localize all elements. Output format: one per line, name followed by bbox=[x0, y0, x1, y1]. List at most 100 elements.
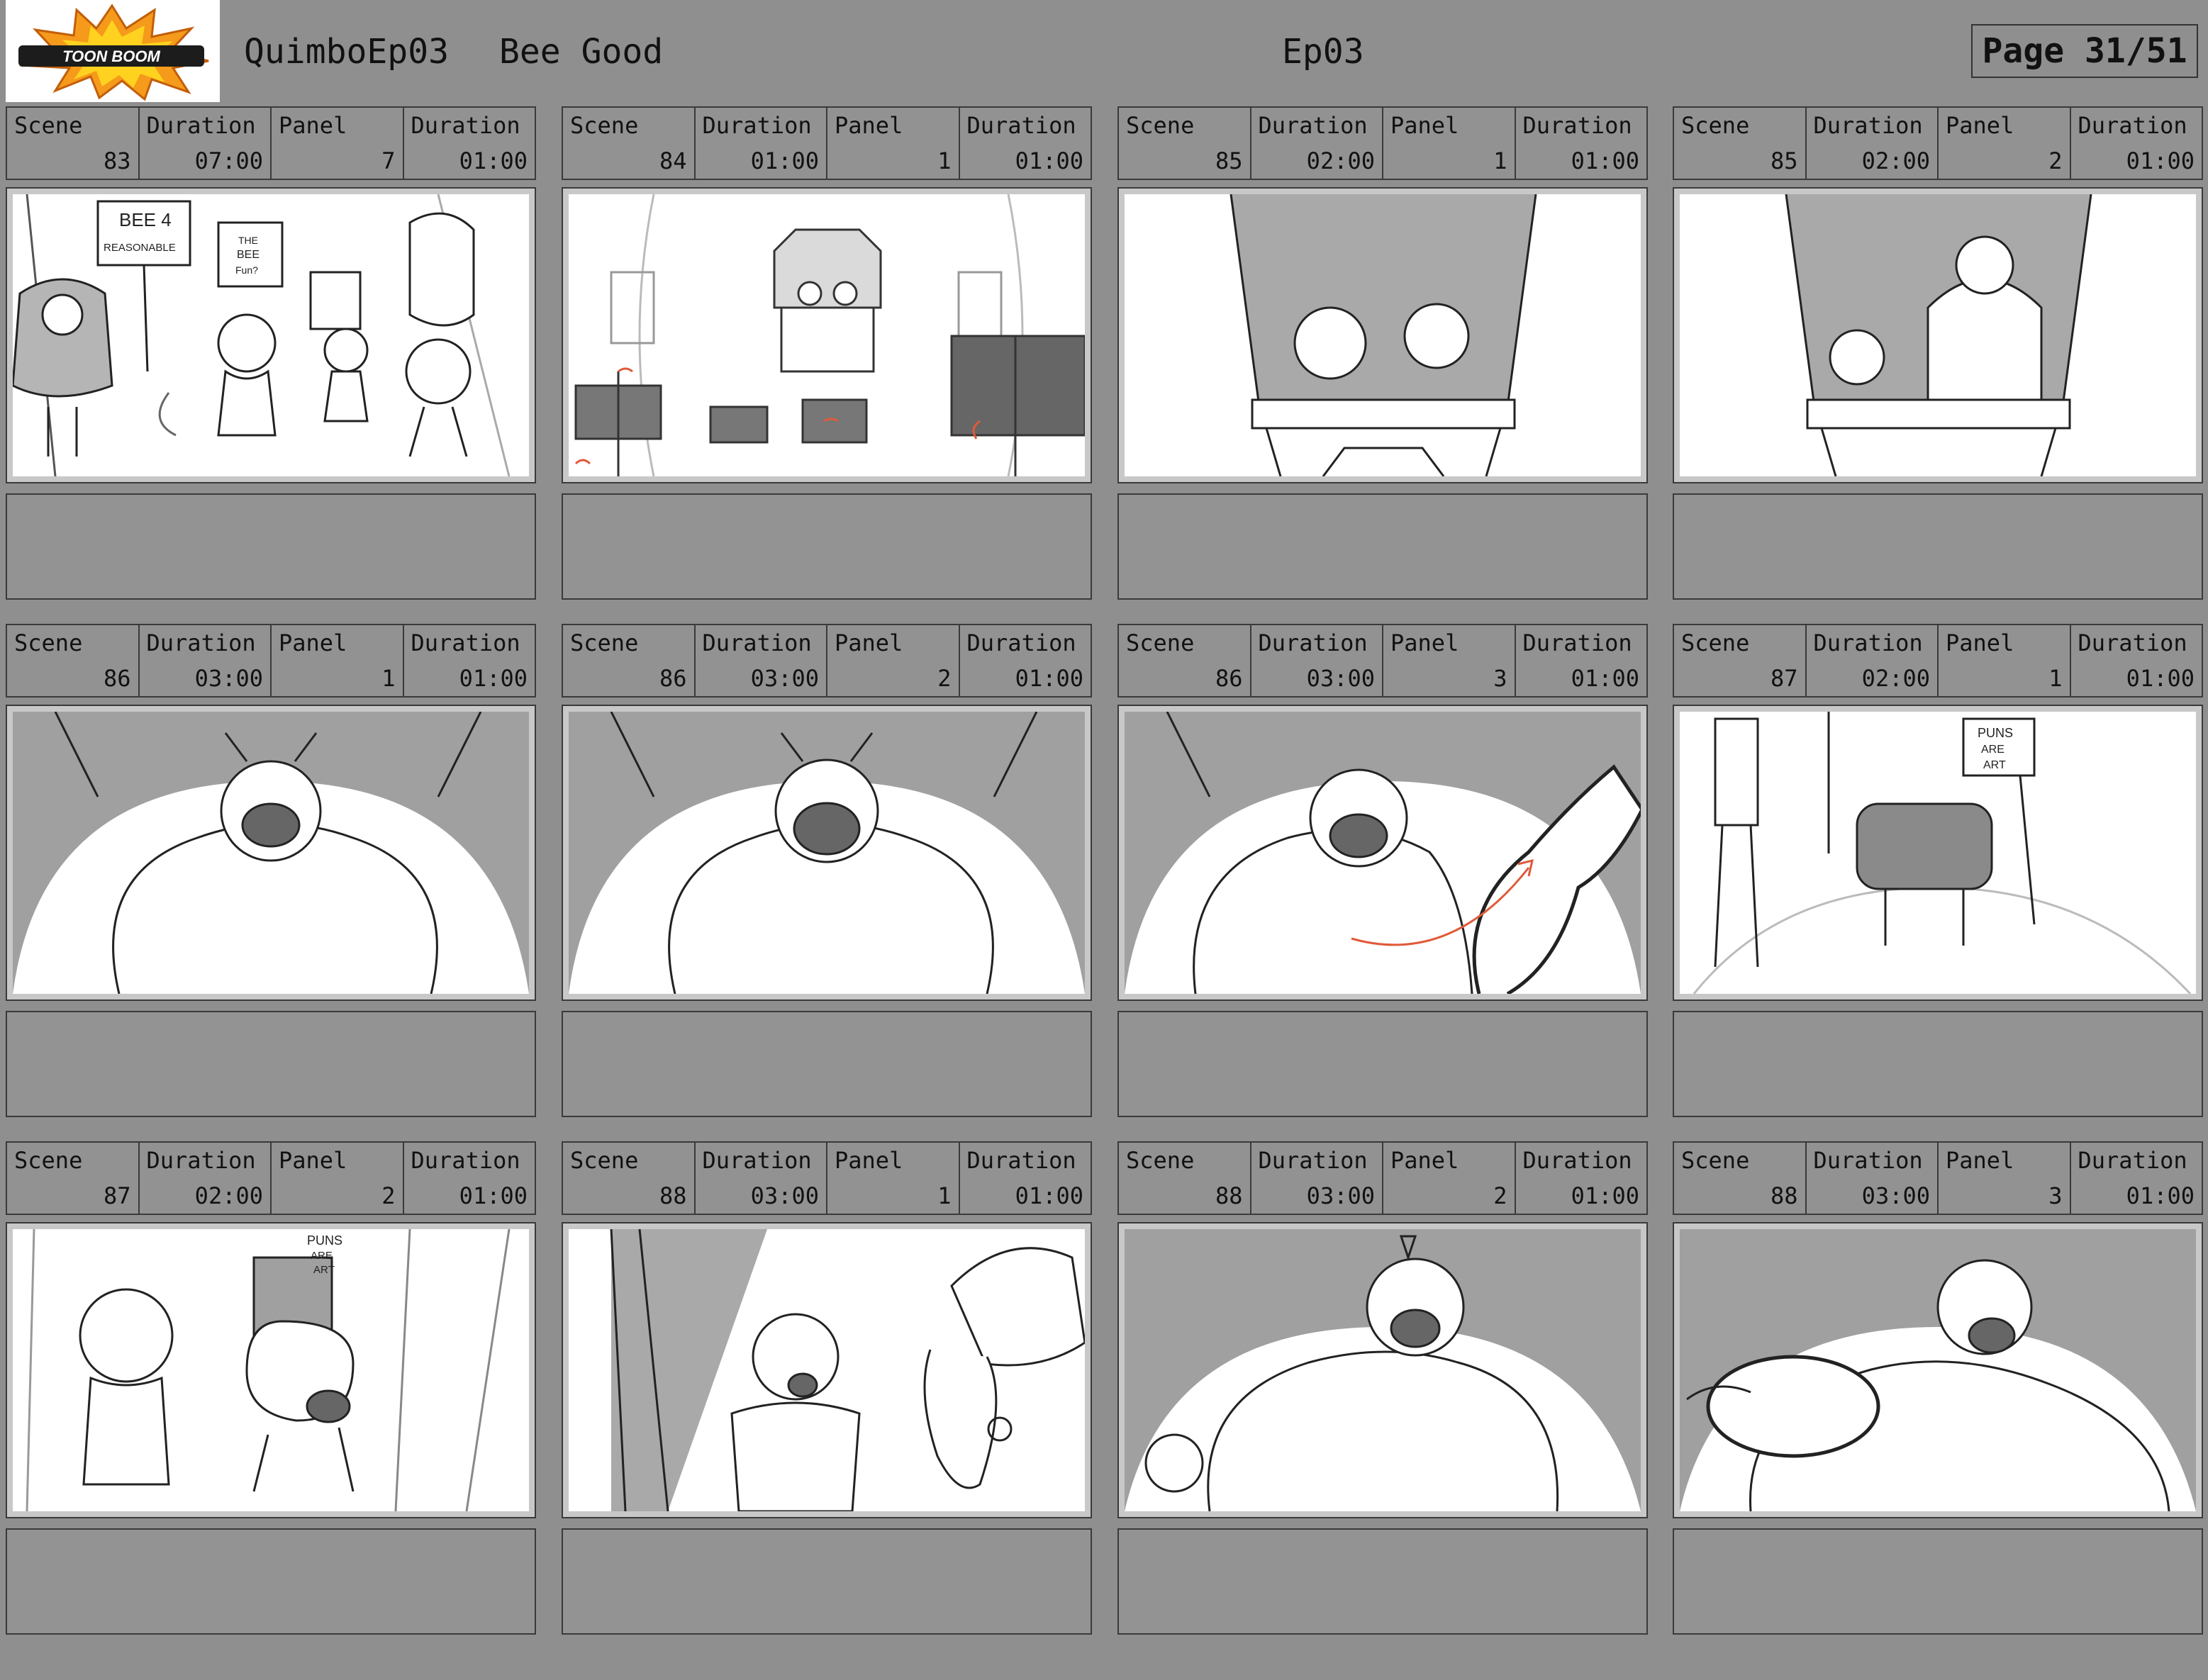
sketch-protest-crowd: BEE 4 REASONABLE THE BEE Fun? bbox=[13, 194, 529, 476]
panel-duration-cell: Duration 01:00 bbox=[2071, 1143, 2202, 1214]
panel-label: Panel bbox=[1946, 112, 2014, 139]
panel-number: 2 bbox=[1493, 1182, 1507, 1209]
panel-duration-cell: Duration 01:00 bbox=[960, 625, 1091, 696]
panel-info-bar: Scene 88 Duration 03:00 Panel 1 Duration 01:… bbox=[562, 1141, 1092, 1215]
scene-cell: Scene 88 bbox=[1674, 1143, 1807, 1214]
panel-notes[interactable] bbox=[1673, 1528, 2203, 1635]
panel-label: Panel bbox=[835, 1147, 903, 1174]
panel-info-bar: Scene 85 Duration 02:00 Panel 2 Duration 01:… bbox=[1673, 106, 2203, 180]
panel-label: Panel bbox=[835, 112, 903, 139]
panel-image-frame[interactable] bbox=[1117, 1222, 1648, 1518]
sketch-grumpy-protester: PUNS ARE ART bbox=[1680, 712, 2196, 994]
sketch-queen-shouting bbox=[13, 712, 529, 994]
panel-notes[interactable] bbox=[1673, 493, 2203, 600]
storyboard-panel: Scene 88 Duration 03:00 Panel 3 Duration 01:… bbox=[1673, 1141, 2203, 1680]
panel-number: 3 bbox=[1493, 665, 1507, 692]
panel-duration: 01:00 bbox=[2126, 665, 2195, 692]
duration-label: Duration bbox=[966, 1147, 1076, 1174]
panel-cell: Panel 2 bbox=[827, 625, 960, 696]
duration-label: Duration bbox=[411, 1147, 520, 1174]
duration-label: Duration bbox=[146, 112, 256, 139]
panel-duration-cell: Duration 01:00 bbox=[2071, 625, 2202, 696]
sign-text: BEE bbox=[237, 249, 260, 261]
panel-info-bar: Scene 87 Duration 02:00 Panel 2 Duration 01:… bbox=[6, 1141, 536, 1215]
storyboard-panel: Scene 86 Duration 03:00 Panel 2 Duration 01:… bbox=[562, 624, 1092, 1163]
scene-number: 87 bbox=[1770, 665, 1798, 692]
panel-notes[interactable] bbox=[1117, 493, 1648, 600]
panel-info-bar: Scene 85 Duration 02:00 Panel 1 Duration 01:… bbox=[1117, 106, 1648, 180]
duration-label: Duration bbox=[2078, 629, 2187, 656]
panel-image-frame[interactable] bbox=[562, 705, 1092, 1001]
panel-duration-cell: Duration 01:00 bbox=[404, 1143, 535, 1214]
panel-image-frame[interactable] bbox=[1673, 1222, 2203, 1518]
panel-notes[interactable] bbox=[1673, 1011, 2203, 1117]
sign-text: Fun? bbox=[235, 264, 258, 276]
scene-duration: 03:00 bbox=[750, 665, 819, 692]
scene-duration: 02:00 bbox=[1861, 147, 1930, 174]
duration-label: Duration bbox=[1522, 112, 1632, 139]
sign-text: BEE 4 bbox=[119, 209, 172, 230]
panel-number: 1 bbox=[1493, 147, 1507, 174]
page-indicator: Page 31/51 bbox=[1971, 24, 2198, 78]
sign-text: ARE bbox=[311, 1250, 333, 1262]
panel-notes[interactable] bbox=[6, 1528, 536, 1635]
panel-notes[interactable] bbox=[562, 1528, 1092, 1635]
scene-duration: 02:00 bbox=[1306, 147, 1375, 174]
panel-notes[interactable] bbox=[562, 493, 1092, 600]
sign-text: THE bbox=[238, 235, 258, 246]
scene-cell: Scene 88 bbox=[563, 1143, 696, 1214]
panel-notes[interactable] bbox=[6, 1011, 536, 1117]
panel-image-frame[interactable]: PUNS ARE ART bbox=[1673, 705, 2203, 1001]
panel-duration-cell: Duration 01:00 bbox=[1516, 1143, 1647, 1214]
scene-label: Scene bbox=[1126, 629, 1195, 656]
panel-label: Panel bbox=[1946, 629, 2014, 656]
panel-notes[interactable] bbox=[562, 1011, 1092, 1117]
duration-label: Duration bbox=[966, 629, 1076, 656]
duration-label: Duration bbox=[702, 112, 812, 139]
duration-label: Duration bbox=[1258, 1147, 1368, 1174]
panel-image-frame[interactable] bbox=[562, 1222, 1092, 1518]
panel-duration: 01:00 bbox=[459, 665, 528, 692]
panel-duration-cell: Duration 01:00 bbox=[404, 625, 535, 696]
panel-image-frame[interactable]: PUNS ARE ART bbox=[6, 1222, 536, 1518]
scene-label: Scene bbox=[570, 629, 639, 656]
panel-image-frame[interactable] bbox=[1117, 705, 1648, 1001]
panel-info-bar: Scene 86 Duration 03:00 Panel 1 Duration 01:… bbox=[6, 624, 536, 698]
panel-label: Panel bbox=[1390, 629, 1459, 656]
panel-cell: Panel 2 bbox=[272, 1143, 404, 1214]
scene-duration-cell: Duration 03:00 bbox=[696, 625, 827, 696]
panel-duration-cell: Duration 01:00 bbox=[404, 108, 535, 179]
panel-notes[interactable] bbox=[1117, 1528, 1648, 1635]
duration-label: Duration bbox=[146, 1147, 256, 1174]
storyboard-panel: Scene 87 Duration 02:00 Panel 1 Duration 01:… bbox=[1673, 624, 2203, 1163]
sign-text: PUNS bbox=[307, 1233, 342, 1248]
panel-image-frame[interactable]: BEE 4 REASONABLE THE BEE Fun? bbox=[6, 187, 536, 483]
panel-cell: Panel 7 bbox=[272, 108, 404, 179]
sketch-queen-big-shout bbox=[1125, 1229, 1641, 1511]
panel-notes[interactable] bbox=[1117, 1011, 1648, 1117]
panel-duration: 01:00 bbox=[2126, 147, 2195, 174]
scene-cell: Scene 85 bbox=[1119, 108, 1251, 179]
panel-duration-cell: Duration 01:00 bbox=[1516, 625, 1647, 696]
sketch-small-queen bbox=[569, 1229, 1085, 1511]
storyboard-panel: Scene 84 Duration 01:00 Panel 1 Duration 01:… bbox=[562, 106, 1092, 645]
panel-label: Panel bbox=[835, 629, 903, 656]
panel-image-frame[interactable] bbox=[562, 187, 1092, 483]
duration-label: Duration bbox=[2078, 112, 2187, 139]
panel-cell: Panel 1 bbox=[827, 1143, 960, 1214]
panel-label: Panel bbox=[1390, 1147, 1459, 1174]
scene-number: 86 bbox=[659, 665, 687, 692]
panel-image-frame[interactable] bbox=[1117, 187, 1648, 483]
duration-label: Duration bbox=[411, 112, 520, 139]
scene-label: Scene bbox=[570, 1147, 639, 1174]
panel-image-frame[interactable] bbox=[1673, 187, 2203, 483]
panel-info-bar: Scene 86 Duration 03:00 Panel 3 Duration 01:… bbox=[1117, 624, 1648, 698]
sketch-queen-fist bbox=[1680, 1229, 2196, 1511]
scene-duration: 03:00 bbox=[1861, 1182, 1930, 1209]
panel-notes[interactable] bbox=[6, 493, 536, 600]
panel-image-frame[interactable] bbox=[6, 705, 536, 1001]
panel-duration: 01:00 bbox=[459, 1182, 528, 1209]
sign-text: ART bbox=[313, 1264, 335, 1276]
scene-label: Scene bbox=[14, 1147, 83, 1174]
scene-number: 87 bbox=[103, 1182, 131, 1209]
